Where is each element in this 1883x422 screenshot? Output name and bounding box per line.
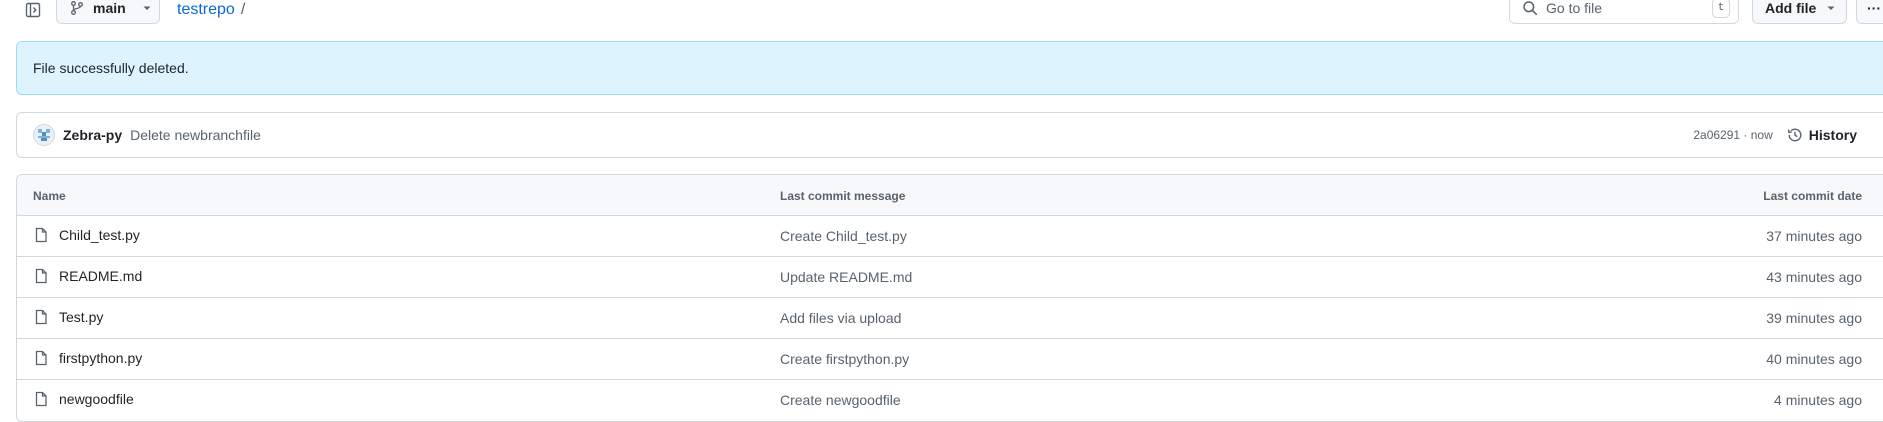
commit-message-cell[interactable]: Create firstpython.py	[780, 351, 909, 367]
sidebar-expand-icon	[25, 2, 41, 18]
commit-date-cell: 39 minutes ago	[1766, 310, 1862, 326]
file-icon	[33, 391, 49, 407]
more-options-button[interactable]: ···	[1856, 0, 1883, 24]
flash-notice: File successfully deleted.	[16, 41, 1883, 95]
file-name-cell: firstpython.py	[33, 350, 142, 366]
history-clock-icon	[1787, 127, 1803, 143]
file-table: Name Last commit message Last commit dat…	[16, 174, 1883, 422]
sidebar-toggle-button[interactable]	[22, 0, 44, 20]
latest-commit-bar: Zebra-py Delete newbranchfile 2a06291 · …	[16, 112, 1883, 158]
branch-name: main	[93, 0, 126, 16]
kebab-horizontal-icon: ···	[1867, 0, 1881, 16]
file-link[interactable]: Child_test.py	[59, 227, 140, 243]
file-name-cell: newgoodfile	[33, 391, 134, 407]
commit-date-cell: 4 minutes ago	[1774, 392, 1862, 408]
file-icon	[33, 268, 49, 284]
commit-date-cell: 37 minutes ago	[1766, 228, 1862, 244]
commit-author-link[interactable]: Zebra-py	[63, 127, 122, 143]
table-row: firstpython.py Create firstpython.py 40 …	[17, 339, 1883, 380]
commit-message-cell[interactable]: Create newgoodfile	[780, 392, 901, 408]
column-header-message: Last commit message	[780, 189, 906, 203]
commit-date-cell: 43 minutes ago	[1766, 269, 1862, 285]
file-name-cell: Test.py	[33, 309, 103, 325]
git-branch-icon	[69, 0, 85, 16]
table-header: Name Last commit message Last commit dat…	[17, 175, 1883, 216]
commit-message-cell[interactable]: Create Child_test.py	[780, 228, 907, 244]
add-file-button[interactable]: Add file	[1752, 0, 1847, 24]
commit-meta: 2a06291 · now History	[1693, 113, 1857, 157]
go-to-file-search: t	[1509, 0, 1739, 24]
file-icon	[33, 227, 49, 243]
breadcrumb-repo-link[interactable]: testrepo	[177, 1, 235, 19]
add-file-label: Add file	[1765, 0, 1817, 16]
table-row: Child_test.py Create Child_test.py 37 mi…	[17, 216, 1883, 257]
file-icon	[33, 309, 49, 325]
breadcrumb-separator: /	[240, 1, 246, 18]
history-button[interactable]: History	[1787, 127, 1857, 143]
table-row: newgoodfile Create newgoodfile 4 minutes…	[17, 380, 1883, 421]
repo-toolbar: main testrepo / t Add file ···	[0, 0, 1883, 26]
file-link[interactable]: README.md	[59, 268, 142, 284]
commit-message-cell[interactable]: Update README.md	[780, 269, 912, 285]
file-link[interactable]: newgoodfile	[59, 391, 134, 407]
commit-date-cell: 40 minutes ago	[1766, 351, 1862, 367]
table-row: Test.py Add files via upload 39 minutes …	[17, 298, 1883, 339]
search-icon	[1522, 0, 1538, 16]
chevron-down-icon	[142, 3, 152, 13]
keyboard-shortcut-hint: t	[1712, 0, 1730, 18]
file-icon	[33, 350, 49, 366]
file-name-cell: Child_test.py	[33, 227, 140, 243]
commit-message-link[interactable]: Delete newbranchfile	[130, 127, 261, 143]
file-link[interactable]: firstpython.py	[59, 350, 142, 366]
file-name-cell: README.md	[33, 268, 142, 284]
flash-message: File successfully deleted.	[33, 60, 189, 76]
column-header-date: Last commit date	[1763, 189, 1862, 203]
history-label: History	[1808, 127, 1857, 143]
chevron-down-icon	[1826, 3, 1836, 13]
commit-message-cell[interactable]: Add files via upload	[780, 310, 901, 326]
file-link[interactable]: Test.py	[59, 309, 103, 325]
commit-sha-link[interactable]: 2a06291 · now	[1693, 128, 1772, 142]
avatar[interactable]	[33, 124, 55, 146]
breadcrumb: testrepo /	[177, 1, 245, 19]
go-to-file-input[interactable]	[1546, 0, 1706, 16]
branch-selector-button[interactable]: main	[56, 0, 160, 24]
column-header-name: Name	[33, 189, 66, 203]
table-row: README.md Update README.md 43 minutes ag…	[17, 257, 1883, 298]
